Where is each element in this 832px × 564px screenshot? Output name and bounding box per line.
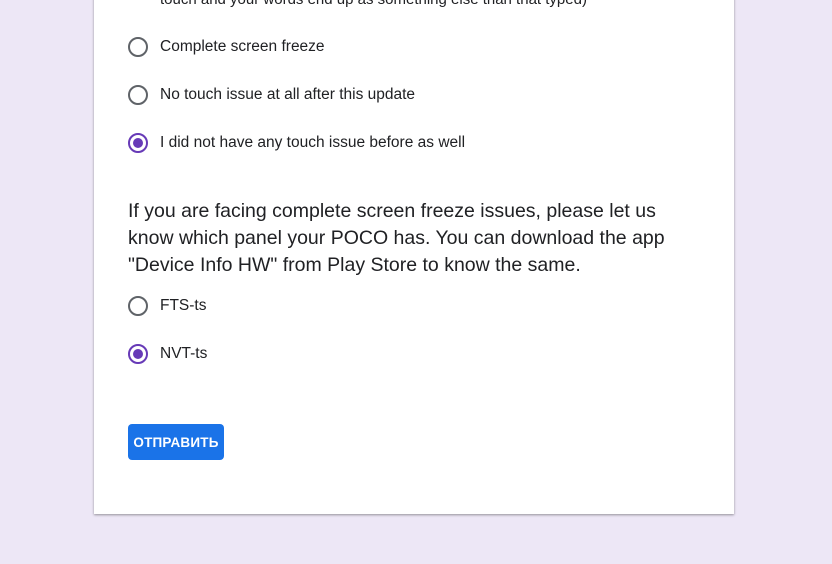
radio-option-nvt-ts[interactable]: NVT-ts	[128, 344, 207, 364]
radio-option-complete-screen-freeze[interactable]: Complete screen freeze	[128, 37, 325, 57]
radio-option-fts-ts[interactable]: FTS-ts	[128, 296, 207, 316]
radio-button-selected[interactable]	[128, 133, 148, 153]
option-label: No touch issue at all after this update	[160, 86, 416, 103]
submit-button[interactable]: ОТПРАВИТЬ	[128, 424, 224, 460]
option-label: I did not have any touch issue before as…	[160, 134, 466, 151]
option-label-cut-off: touch and your words end up as something…	[160, 0, 587, 10]
form-card: touch and your words end up as something…	[94, 0, 734, 514]
radio-option-no-issue-before[interactable]: I did not have any touch issue before as…	[128, 133, 465, 153]
radio-button[interactable]	[128, 296, 148, 316]
option-label: NVT-ts	[160, 345, 208, 362]
option-label: Complete screen freeze	[160, 38, 325, 55]
option-label: FTS-ts	[160, 297, 207, 314]
radio-button[interactable]	[128, 85, 148, 105]
radio-button[interactable]	[128, 37, 148, 57]
question-title: If you are facing complete screen freeze…	[128, 200, 665, 276]
radio-option-no-touch-issue[interactable]: No touch issue at all after this update	[128, 85, 415, 105]
radio-button-selected[interactable]	[128, 344, 148, 364]
